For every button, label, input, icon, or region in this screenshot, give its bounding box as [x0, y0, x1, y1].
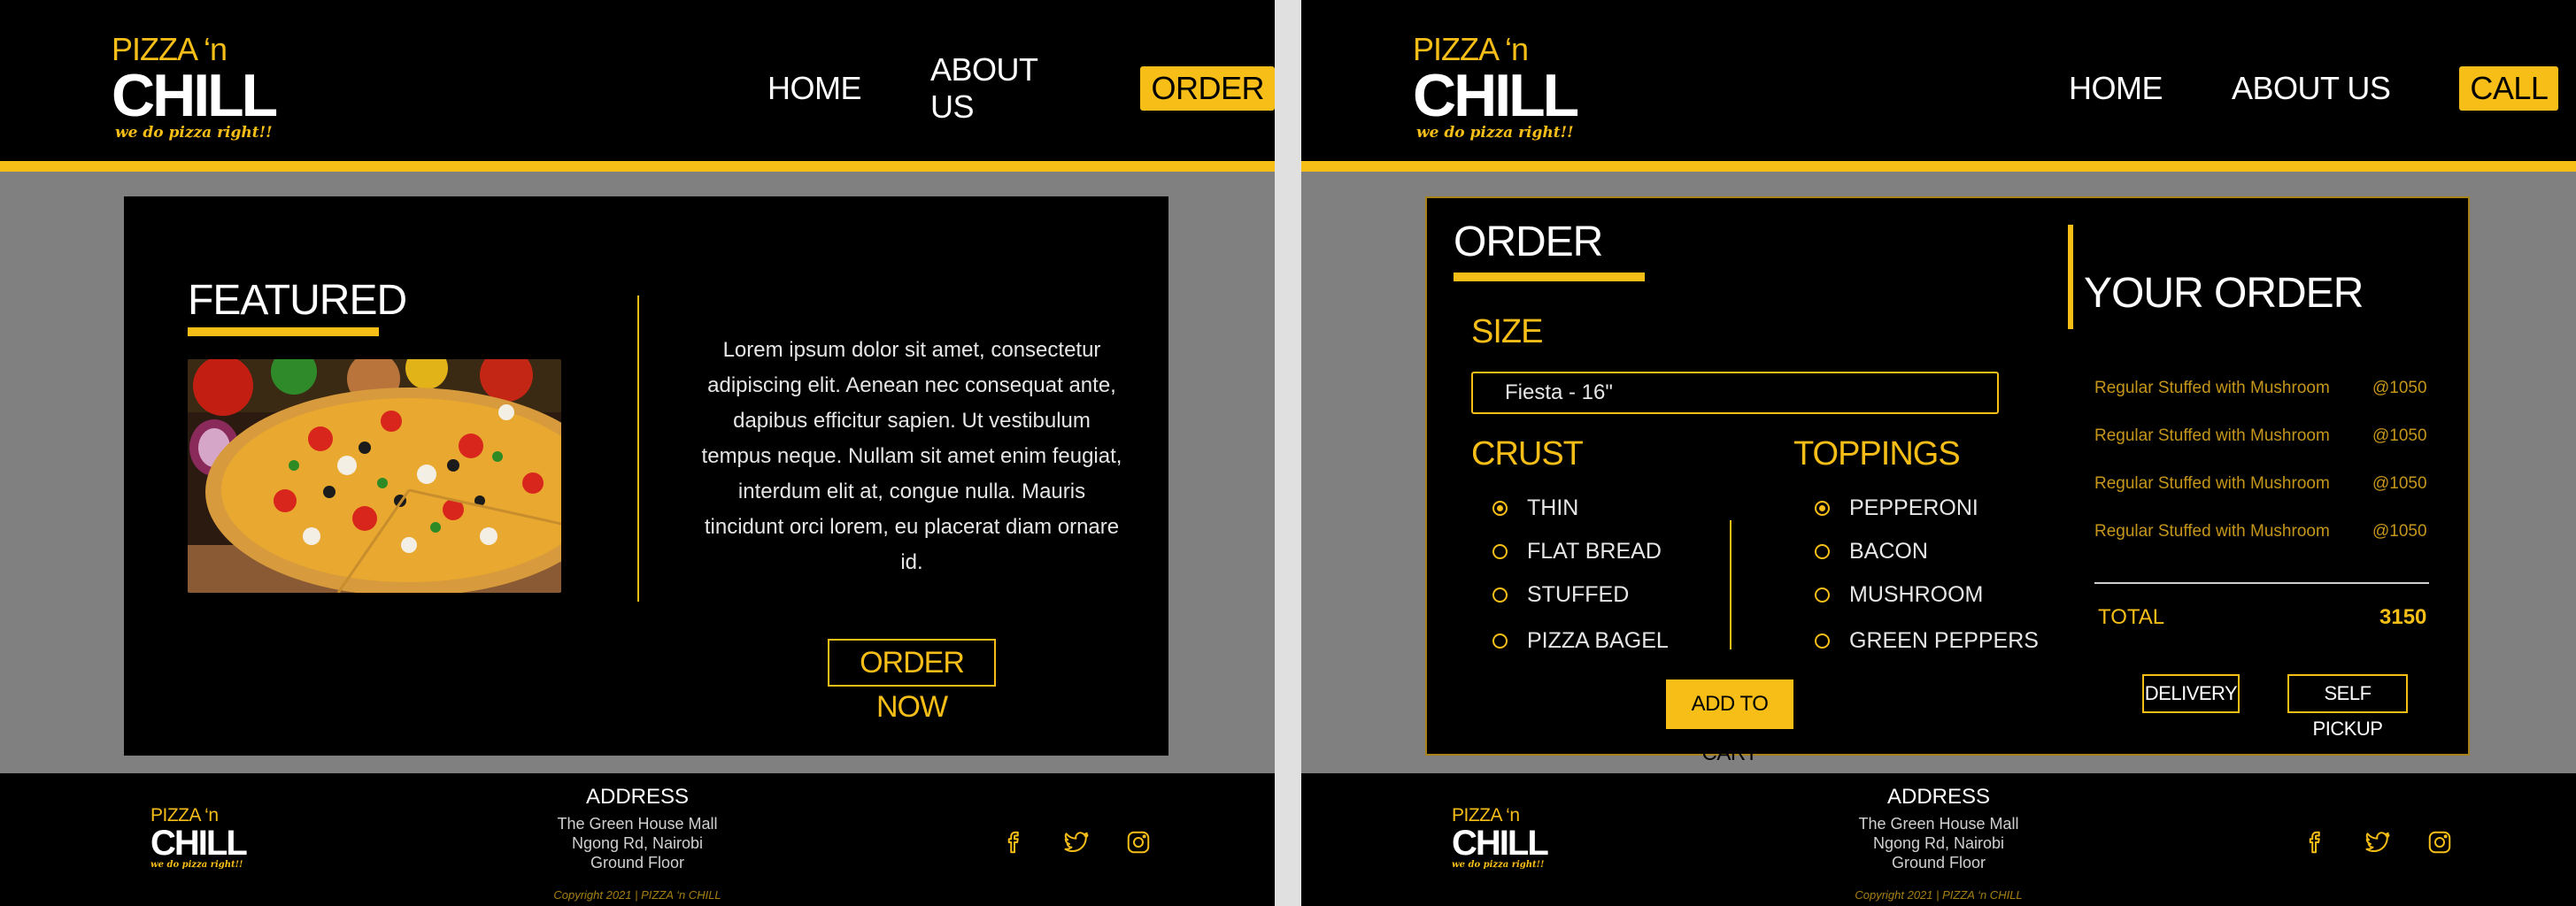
- radio-icon: [1492, 544, 1508, 559]
- featured-description: Lorem ipsum dolor sit amet, consectetur …: [701, 338, 1122, 574]
- instagram-icon[interactable]: [1122, 826, 1154, 858]
- footer-address: ADDRESS The Green House Mall Ngong Rd, N…: [1797, 784, 2080, 902]
- crust-option-label: THIN: [1527, 495, 1579, 520]
- nav-call-button[interactable]: CALL: [2459, 66, 2559, 111]
- order-item-name: Regular Stuffed with Mushroom: [2094, 474, 2330, 493]
- nav-about[interactable]: ABOUT US: [930, 51, 1071, 126]
- order-item-name: Regular Stuffed with Mushroom: [2094, 522, 2330, 541]
- title-underline: [188, 327, 379, 336]
- order-item-price: @1050: [2372, 522, 2427, 541]
- order-panel: ORDER SIZE Fiesta - 16" CRUST THIN FLAT …: [1425, 196, 2470, 765]
- topping-option-pepperoni[interactable]: PEPPERONI: [1815, 495, 1978, 521]
- your-order-accent-bar: [2068, 225, 2073, 329]
- total-label: TOTAL: [2098, 605, 2165, 629]
- address-line: Ngong Rd, Nairobi: [1872, 834, 2005, 852]
- address-line: Ground Floor: [1891, 854, 1986, 871]
- crust-option-label: STUFFED: [1527, 582, 1630, 607]
- address-line: The Green House Mall: [557, 815, 718, 833]
- crust-option-thin[interactable]: THIN: [1492, 495, 1578, 521]
- topping-option-mushroom[interactable]: MUSHROOM: [1815, 582, 1983, 608]
- site-header: PIZZA ‘n CHILL we do pizza right!! HOME …: [1301, 0, 2576, 172]
- crust-option-pizza-bagel[interactable]: PIZZA BAGEL: [1492, 628, 1669, 654]
- featured-divider: [637, 296, 639, 602]
- address-line: Ngong Rd, Nairobi: [571, 834, 704, 852]
- delivery-button[interactable]: DELIVERY: [2142, 674, 2240, 713]
- order-page: PIZZA ‘n CHILL we do pizza right!! HOME …: [1301, 0, 2576, 906]
- radio-icon: [1492, 633, 1508, 649]
- options-divider: [1730, 520, 1731, 649]
- footer-logo[interactable]: PIZZA ‘n CHILL we do pizza right!!: [1452, 805, 1549, 871]
- topping-option-bacon[interactable]: BACON: [1815, 539, 1928, 564]
- topping-option-label: GREEN PEPPERS: [1849, 628, 2039, 653]
- facebook-icon[interactable]: [999, 826, 1030, 858]
- footer-logo-line-2: CHILL: [150, 824, 248, 863]
- featured-page: PIZZA ‘n CHILL we do pizza right!! HOME …: [0, 0, 1275, 906]
- footer-logo-tagline: we do pizza right!!: [1452, 860, 1545, 870]
- crust-option-label: FLAT BREAD: [1527, 539, 1662, 564]
- nav-about[interactable]: ABOUT US: [2232, 70, 2391, 107]
- total-divider: [2094, 582, 2429, 584]
- radio-selected-icon: [1815, 501, 1830, 516]
- logo-tagline: we do pizza right!!: [1416, 124, 1574, 142]
- featured-panel: FEATURED Lorem ipsum dolor sit amet, con…: [124, 196, 1168, 756]
- facebook-icon[interactable]: [2300, 826, 2332, 858]
- radio-icon: [1815, 633, 1830, 649]
- order-item-name: Regular Stuffed with Mushroom: [2094, 426, 2330, 445]
- radio-icon: [1815, 587, 1830, 603]
- crust-label: CRUST: [1471, 435, 1584, 472]
- brand-logo[interactable]: PIZZA ‘n CHILL we do pizza right!!: [112, 32, 278, 142]
- topping-option-label: PEPPERONI: [1849, 495, 1978, 520]
- size-label: SIZE: [1471, 313, 1543, 350]
- size-select[interactable]: Fiesta - 16": [1471, 372, 1999, 414]
- address-title: ADDRESS: [585, 785, 690, 809]
- order-title: ORDER: [1454, 219, 1603, 265]
- crust-option-stuffed[interactable]: STUFFED: [1492, 582, 1629, 608]
- topping-option-green-peppers[interactable]: GREEN PEPPERS: [1815, 628, 2039, 654]
- toppings-label: TOPPINGS: [1793, 435, 1961, 472]
- address-title: ADDRESS: [1886, 785, 1991, 809]
- footer-logo-tagline: we do pizza right!!: [150, 860, 243, 870]
- twitter-icon[interactable]: [2362, 826, 2394, 858]
- logo-line-2: CHILL: [112, 62, 278, 129]
- brand-logo[interactable]: PIZZA ‘n CHILL we do pizza right!!: [1413, 32, 1579, 142]
- logo-line-2: CHILL: [1413, 62, 1579, 129]
- order-item-name: Regular Stuffed with Mushroom: [2094, 379, 2330, 397]
- topping-option-label: MUSHROOM: [1849, 582, 1984, 607]
- site-header: PIZZA ‘n CHILL we do pizza right!! HOME …: [0, 0, 1275, 172]
- radio-selected-icon: [1492, 501, 1508, 516]
- featured-pizza-image: [188, 359, 561, 593]
- logo-tagline: we do pizza right!!: [115, 124, 273, 142]
- crust-option-label: PIZZA BAGEL: [1527, 628, 1669, 653]
- main-nav: HOME ABOUT US ORDER: [767, 51, 1275, 125]
- social-links: [2300, 826, 2486, 858]
- self-pickup-button[interactable]: SELF PICKUP: [2287, 674, 2408, 740]
- radio-icon: [1815, 544, 1830, 559]
- your-order-title: YOUR ORDER: [2084, 270, 2364, 317]
- order-item-price: @1050: [2372, 426, 2427, 445]
- order-item-price: @1050: [2372, 474, 2427, 493]
- nav-home[interactable]: HOME: [767, 70, 862, 107]
- radio-icon: [1492, 587, 1508, 603]
- order-now-button[interactable]: ORDER NOW: [828, 639, 996, 724]
- copyright: Copyright 2021 | PIZZA ‘n CHILL: [1855, 888, 2023, 902]
- title-underline: [1454, 273, 1645, 281]
- footer-logo-line-2: CHILL: [1452, 824, 1549, 863]
- crust-option-flat-bread[interactable]: FLAT BREAD: [1492, 539, 1662, 564]
- featured-title: FEATURED: [188, 277, 407, 324]
- nav-home[interactable]: HOME: [2069, 70, 2163, 107]
- copyright: Copyright 2021 | PIZZA ‘n CHILL: [553, 888, 721, 902]
- footer-address: ADDRESS The Green House Mall Ngong Rd, N…: [496, 784, 779, 902]
- add-to-cart-button[interactable]: ADD TO CART: [1666, 680, 1793, 765]
- topping-option-label: BACON: [1849, 539, 1928, 564]
- social-links: [999, 826, 1184, 858]
- total-value: 3150: [2379, 605, 2427, 629]
- twitter-icon[interactable]: [1060, 826, 1092, 858]
- address-line: The Green House Mall: [1858, 815, 2019, 833]
- order-item-price: @1050: [2372, 379, 2427, 397]
- address-line: Ground Floor: [590, 854, 685, 871]
- nav-order-button[interactable]: ORDER: [1140, 66, 1275, 111]
- instagram-icon[interactable]: [2424, 826, 2456, 858]
- footer-logo[interactable]: PIZZA ‘n CHILL we do pizza right!!: [150, 805, 248, 871]
- main-nav: HOME ABOUT US CALL: [2069, 64, 2559, 113]
